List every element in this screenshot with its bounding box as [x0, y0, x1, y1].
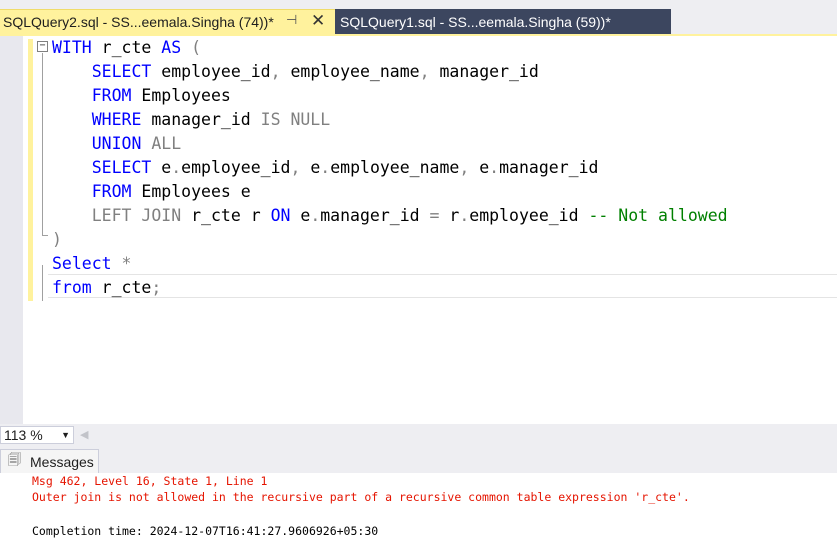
code-line[interactable]: FROM Employees e — [52, 180, 251, 204]
code-line[interactable]: LEFT JOIN r_cte r ON e.manager_id = r.em… — [52, 204, 728, 228]
code-token: ( — [181, 38, 202, 57]
code-token: ALL — [151, 134, 182, 153]
code-token: . — [320, 158, 331, 177]
code-token: employee_id — [151, 62, 271, 81]
code-token: employee_name — [280, 62, 420, 81]
code-token: IS NULL — [260, 110, 331, 129]
code-line[interactable]: UNION ALL — [52, 132, 181, 156]
code-token: , — [419, 62, 430, 81]
code-token: . — [310, 206, 321, 225]
editor-gutter — [0, 36, 23, 424]
code-token: r_cte r — [181, 206, 271, 225]
dropdown-arrow-icon[interactable]: ▼ — [61, 427, 70, 443]
code-token: FROM — [91, 86, 132, 105]
code-token: from — [52, 278, 92, 297]
query-editor[interactable]: − WITH r_cte AS ( SELECT employee_id, em… — [0, 36, 837, 424]
close-icon[interactable]: ✕ — [311, 10, 325, 32]
code-token: LEFT JOIN — [91, 206, 182, 225]
code-token: . — [489, 158, 500, 177]
code-token: e — [290, 206, 311, 225]
code-token: e — [469, 158, 490, 177]
code-token: manager_id — [499, 158, 599, 177]
code-token: ; — [151, 278, 162, 297]
collapse-icon[interactable]: − — [37, 41, 48, 52]
error-message-line: Outer join is not allowed in the recursi… — [32, 490, 690, 504]
code-token: . — [459, 206, 470, 225]
code-line[interactable]: WHERE manager_id IS NULL — [52, 108, 330, 132]
code-token: manager_id — [429, 62, 539, 81]
document-tab-strip: SQLQuery2.sql - SS...eemala.Singha (74))… — [0, 0, 837, 34]
code-token: , — [459, 158, 470, 177]
code-token: WHERE — [91, 110, 142, 129]
outline-end — [42, 235, 48, 236]
code-token: employee_id — [181, 158, 291, 177]
results-tab-bar: 🗐 Messages — [0, 446, 837, 473]
code-line[interactable]: ) — [52, 228, 62, 252]
code-token: UNION — [91, 134, 142, 153]
results-pane: 🗐 Messages Msg 462, Level 16, State 1, L… — [0, 446, 837, 552]
code-token: manager_id — [141, 110, 261, 129]
code-line[interactable]: WITH r_cte AS ( — [52, 36, 201, 60]
tab-messages[interactable]: 🗐 Messages — [0, 449, 99, 473]
code-line[interactable]: FROM Employees — [52, 84, 231, 108]
code-token: = — [429, 206, 440, 225]
code-line[interactable]: SELECT e.employee_id, e.employee_name, e… — [52, 156, 599, 180]
code-token: Select — [52, 254, 112, 273]
code-line[interactable]: Select * — [52, 252, 131, 276]
code-token: e — [151, 158, 172, 177]
code-token: FROM — [91, 182, 132, 201]
code-token: , — [290, 158, 301, 177]
code-token: ON — [270, 206, 291, 225]
code-line[interactable]: SELECT employee_id, employee_name, manag… — [52, 60, 539, 84]
zoom-value: 113 % — [4, 427, 43, 443]
outline-line — [42, 53, 43, 236]
code-token: , — [270, 62, 281, 81]
code-token: -- Not allowed — [588, 206, 728, 225]
tab-label: SQLQuery1.sql - SS...eemala.Singha (59))… — [340, 13, 611, 30]
code-token: * — [121, 254, 132, 273]
code-token: employee_name — [330, 158, 460, 177]
code-token: employee_id — [469, 206, 589, 225]
pin-icon[interactable]: ⊣ — [286, 12, 297, 28]
completion-time: Completion time: 2024-12-07T16:41:27.960… — [32, 524, 379, 538]
code-token: manager_id — [320, 206, 430, 225]
tab-label: SQLQuery2.sql - SS...eemala.Singha (74))… — [3, 14, 274, 30]
current-line-highlight — [48, 274, 837, 298]
code-token: SELECT — [91, 158, 152, 177]
scroll-left-icon[interactable]: ◀ — [80, 428, 88, 441]
code-line[interactable]: from r_cte; — [52, 276, 161, 300]
code-token: ) — [52, 230, 62, 249]
code-token: SELECT — [91, 62, 152, 81]
tab-sqlquery1[interactable]: SQLQuery1.sql - SS...eemala.Singha (59))… — [335, 9, 671, 34]
zoom-select[interactable]: 113 % ▼ — [0, 426, 74, 444]
editor-status-strip: 113 % ▼ ◀ — [0, 424, 837, 446]
messages-icon: 🗐 — [8, 451, 21, 467]
tab-label: Messages — [30, 453, 94, 470]
code-token: Employees e — [131, 182, 251, 201]
code-token: e — [300, 158, 321, 177]
outline-line — [42, 265, 43, 301]
code-token: r_cte — [91, 278, 152, 297]
code-token: Employees — [131, 86, 231, 105]
code-token: WITH — [52, 38, 92, 57]
code-token: r_cte — [91, 38, 162, 57]
code-token: r — [439, 206, 460, 225]
tab-sqlquery2[interactable]: SQLQuery2.sql - SS...eemala.Singha (74))… — [0, 9, 335, 34]
error-message-line: Msg 462, Level 16, State 1, Line 1 — [32, 474, 268, 488]
change-tracking-bar — [28, 39, 33, 301]
code-token: AS — [161, 38, 182, 57]
code-token: . — [171, 158, 182, 177]
